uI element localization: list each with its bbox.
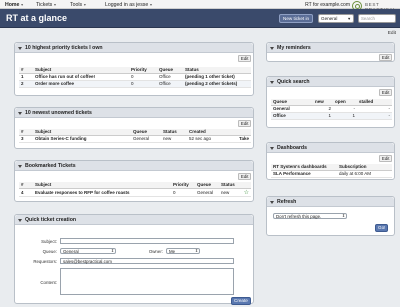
page-header: RT at a glance New ticket in General ▼ Se… [0, 9, 400, 28]
rt-instance-label: RT for example.com [305, 2, 350, 8]
star-icon[interactable]: ☆ [244, 190, 249, 196]
priority-tickets-table: # Subject Priority Queue Status 1 Office… [19, 67, 251, 88]
collapse-toggle-icon[interactable] [18, 218, 22, 222]
page-title: RT at a glance [6, 13, 68, 23]
queue-label: Queue: [42, 249, 57, 254]
table-row[interactable]: SLA Performance daily at 6:00 AM [271, 170, 392, 178]
dashboards-panel: Dashboards Edit RT System's dashboards S… [266, 142, 395, 180]
table-row[interactable]: Office 1 1 - [271, 112, 392, 120]
panel-header: My reminders [267, 43, 394, 53]
refresh-interval-select[interactable]: Don't refresh this page. ⇕ [273, 213, 347, 219]
quick-create-panel: Quick ticket creation Subject: Queue: Ge… [14, 214, 254, 305]
edit-button[interactable]: Edit [238, 173, 251, 180]
chevron-down-icon: ⇕ [194, 249, 198, 253]
go-button[interactable]: Go! [375, 224, 389, 232]
content-textarea[interactable] [60, 268, 234, 295]
queue-select[interactable]: General ⇕ [60, 248, 116, 254]
dashboards-table: RT System's dashboards Subscription SLA … [271, 164, 392, 178]
menu-home[interactable]: Home▼ [5, 2, 24, 8]
edit-button[interactable]: Edit [379, 89, 392, 96]
table-row[interactable]: 3 Obtain Series-C funding General new 52… [19, 135, 251, 143]
collapse-toggle-icon[interactable] [270, 200, 274, 204]
content-label: Content: [40, 280, 57, 285]
bookmarked-tickets-panel: Bookmarked Tickets Edit # Subject Priori… [14, 160, 254, 202]
collapse-toggle-icon[interactable] [270, 46, 274, 50]
new-ticket-button[interactable]: New ticket in [279, 14, 314, 23]
priority-tickets-panel: 10 highest priority tickets I own Edit #… [14, 42, 254, 96]
panel-header: Dashboards [267, 143, 394, 153]
take-link[interactable]: Take [227, 135, 251, 143]
quick-search-table: Queue new open stalled General 2 - - Off… [271, 99, 392, 120]
panel-header: Quick search [267, 77, 394, 87]
menu-logged-in[interactable]: Logged in as jesse▼ [105, 2, 153, 8]
chevron-down-icon: ⇕ [341, 214, 345, 218]
collapse-toggle-icon[interactable] [18, 111, 22, 115]
create-button[interactable]: Create [231, 297, 251, 305]
panel-header: Bookmarked Tickets [15, 161, 253, 171]
quick-search-panel: Quick search Edit Queue new open stalled… [266, 76, 395, 128]
edit-button[interactable]: Edit [379, 155, 392, 162]
requestors-input[interactable]: sales@bestpractical.com [60, 258, 234, 264]
panel-header: Quick ticket creation [15, 215, 253, 225]
unowned-tickets-panel: 10 newest unowned tickets Edit # Subject… [14, 107, 254, 149]
table-row[interactable]: 2 Order more coffee 0 Office (pending 2 … [19, 80, 251, 88]
menu-tickets[interactable]: Tickets▼ [36, 2, 57, 8]
edit-button[interactable]: Edit [238, 55, 251, 62]
panel-header: 10 highest priority tickets I own [15, 43, 253, 53]
collapse-toggle-icon[interactable] [270, 80, 274, 84]
chevron-down-icon: ⇕ [110, 249, 114, 253]
table-row[interactable]: General 2 - - [271, 105, 392, 113]
page-edit-link[interactable]: Edit [388, 31, 396, 36]
collapse-toggle-icon[interactable] [18, 46, 22, 50]
table-row[interactable]: 4 Evaluate responses to RFP for coffee r… [19, 188, 251, 197]
subject-input[interactable] [60, 238, 234, 244]
collapse-toggle-icon[interactable] [18, 164, 22, 168]
owner-select[interactable]: Me ⇕ [166, 248, 200, 254]
edit-button[interactable]: Edit [379, 54, 392, 61]
edit-button[interactable]: Edit [238, 120, 251, 127]
panel-header: Refresh [267, 197, 394, 207]
subject-label: Subject: [41, 239, 57, 244]
collapse-toggle-icon[interactable] [270, 146, 274, 150]
bookmarked-tickets-table: # Subject Priority Queue Status 4 Evalua… [19, 182, 251, 197]
panel-header: 10 newest unowned tickets [15, 108, 253, 118]
unowned-tickets-table: # Subject Queue Status Created 3 Obtain … [19, 129, 251, 143]
top-menu-bar: Home▼ Tickets▼ Tools▼ Logged in as jesse… [0, 0, 400, 9]
search-input[interactable]: Search [358, 14, 396, 23]
requestors-label: Requestors: [33, 259, 57, 264]
new-ticket-queue-select[interactable]: General ▼ [318, 14, 354, 23]
menu-tools[interactable]: Tools▼ [70, 2, 87, 8]
refresh-panel: Refresh Don't refresh this page. ⇕ Go! [266, 196, 395, 236]
reminders-panel: My reminders Edit [266, 42, 395, 62]
owner-label: Owner: [148, 249, 163, 254]
table-row[interactable]: 1 Office has run out of coffee! 0 Office… [19, 73, 251, 81]
